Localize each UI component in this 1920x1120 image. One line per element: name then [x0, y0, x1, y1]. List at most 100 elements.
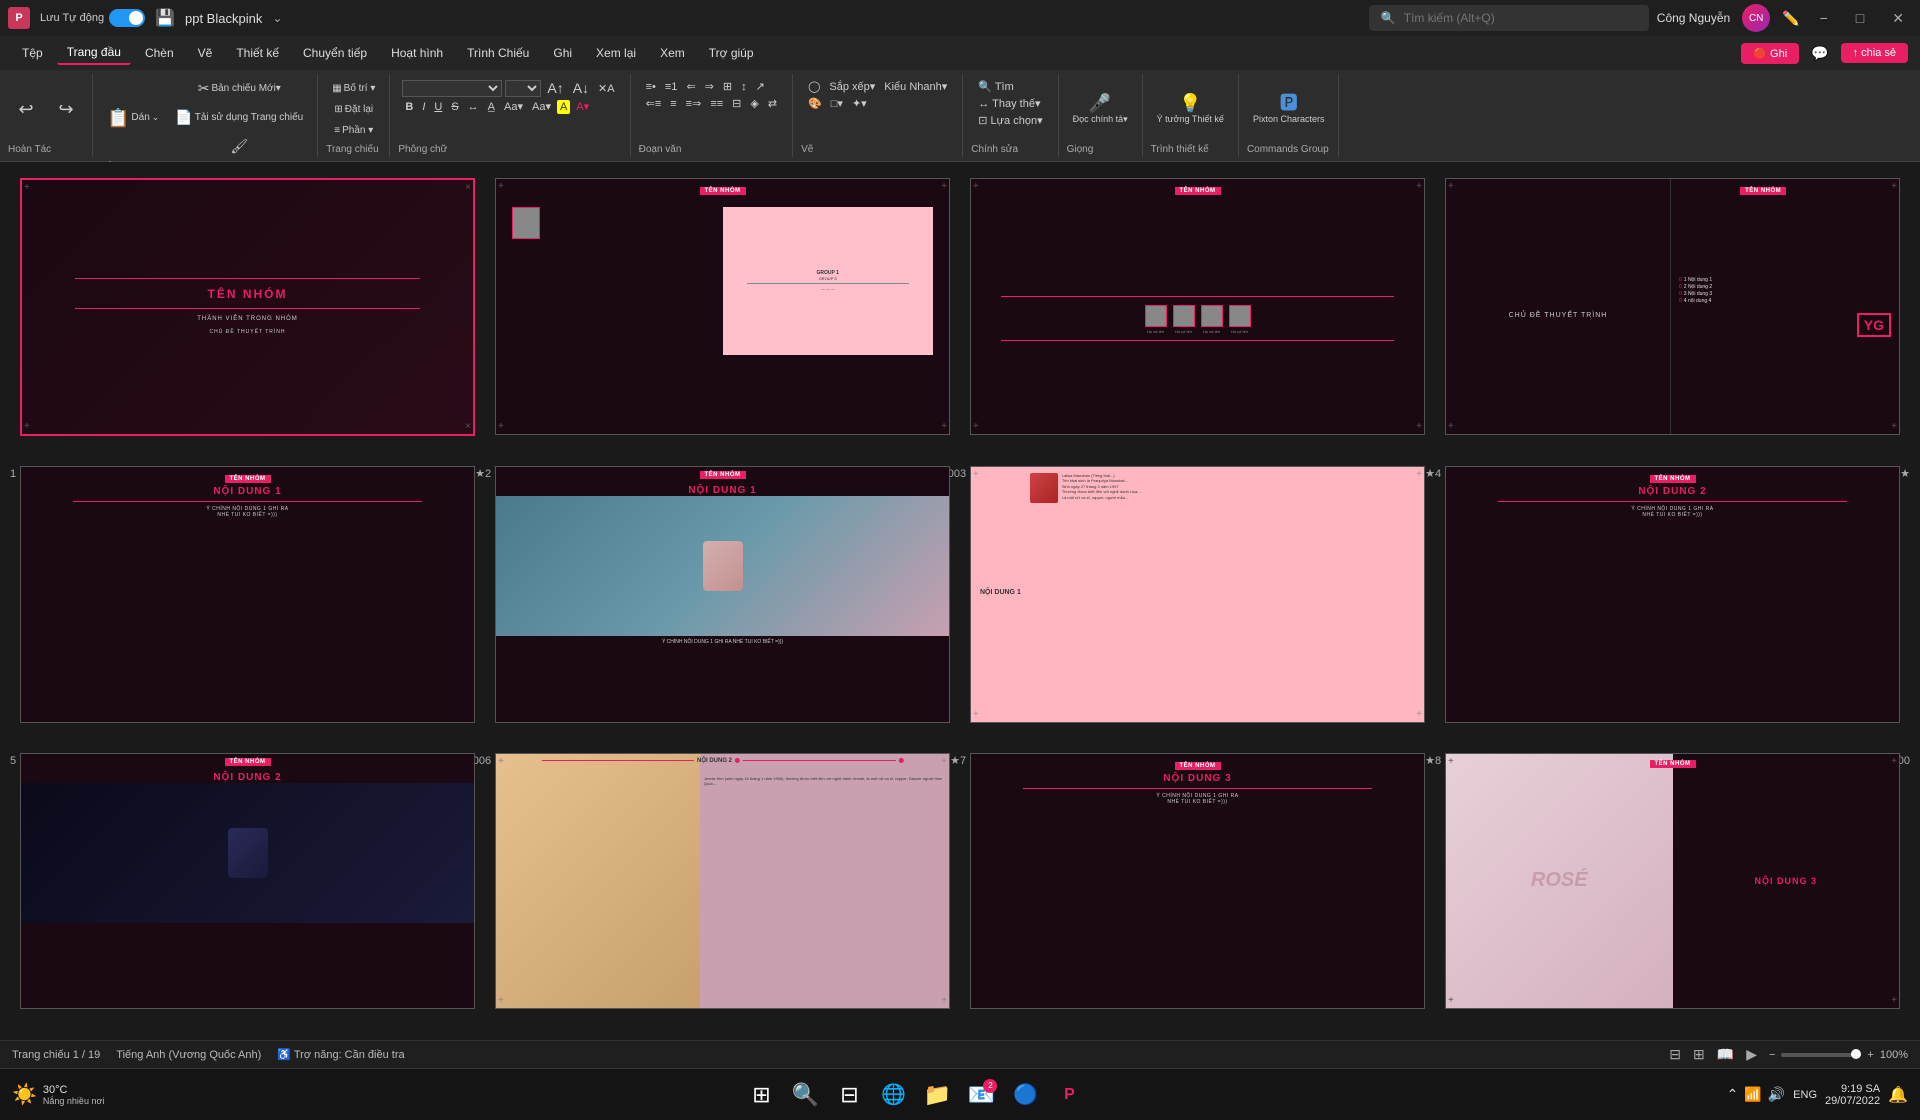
paste-button[interactable]: 📋 Dán ⌄ — [101, 105, 165, 131]
font-color-btn[interactable]: A▾ — [573, 99, 592, 114]
font-size-select[interactable] — [505, 80, 541, 97]
menu-file[interactable]: Tệp — [12, 42, 53, 64]
align-justify-btn[interactable]: ≡≡ — [707, 97, 726, 111]
weather-widget[interactable]: ☀️ 30°C Nắng nhiều nơi — [12, 1082, 104, 1107]
slide-8[interactable]: TÊN NHÓM NỘI DUNG 2 Ý CHÍNH NỘI DUNG 1 G… — [1445, 466, 1900, 723]
layout-button[interactable]: ▦ Bố trí ▾ — [326, 79, 381, 98]
menu-transitions[interactable]: Chuyển tiếp — [293, 42, 377, 64]
chevron-up-icon[interactable]: ⌃ — [1727, 1086, 1739, 1103]
case-btn[interactable]: Aa▾ — [529, 99, 554, 114]
reading-view-btn[interactable]: 📖 — [1717, 1046, 1734, 1063]
search-bar[interactable]: 🔍 — [1369, 5, 1649, 31]
zoom-slider[interactable] — [1781, 1053, 1861, 1057]
find-btn[interactable]: 🔍 Tìm — [975, 79, 1017, 94]
comment-icon[interactable]: 💬 — [1811, 45, 1828, 62]
autosave-toggle[interactable] — [109, 9, 145, 27]
slide-6[interactable]: TÊN NHÓM NỘI DUNG 1 Ý CHÍNH NỘI DUNG 1 G… — [495, 466, 950, 723]
pixton-button[interactable]: 🅿 Pixton Characters — [1247, 90, 1331, 128]
setlayout-button[interactable]: ⊞ Đặt lại — [326, 100, 381, 119]
dictation-button[interactable]: 🎤 Đọc chính tả▾ — [1067, 90, 1134, 129]
underline-btn[interactable]: U — [431, 100, 445, 114]
network-icon[interactable]: 📶 — [1744, 1086, 1761, 1103]
share-button[interactable]: ↑ chia sẻ — [1841, 43, 1908, 63]
section-button[interactable]: ≡ Phần ▾ — [326, 121, 381, 140]
smartart-btn[interactable]: ◈ — [747, 96, 761, 111]
style-btn[interactable]: Kiểu Nhanh▾ — [881, 79, 950, 94]
slide-10[interactable]: + + NỘI DUNG 2 Jenni — [495, 753, 950, 1010]
undo-button[interactable]: ↩ — [8, 96, 44, 122]
list-btn[interactable]: ≡• — [643, 80, 659, 94]
spacing-btn[interactable]: ↔ — [465, 100, 482, 114]
slide-7[interactable]: + + NỘI DUNG 1 Lalisa Manoban (Tiếng thá… — [970, 466, 1425, 723]
slide-2[interactable]: + + TÊN NHÓM GROUP 1 GROUP S — — — — [495, 178, 950, 435]
paste-dropdown[interactable]: ⌄ — [152, 112, 160, 123]
taskbar-mail-btn[interactable]: 📧 2 — [961, 1075, 1001, 1115]
search-input[interactable] — [1404, 11, 1637, 25]
file-dropdown-icon[interactable]: ⌄ — [272, 11, 282, 25]
record-button[interactable]: 🔴 Ghi — [1741, 43, 1799, 64]
menu-record[interactable]: Ghi — [543, 42, 582, 64]
linespace-btn[interactable]: ↕ — [738, 80, 750, 94]
taskbar-chrome-btn[interactable]: 🔵 — [1005, 1075, 1045, 1115]
clear-format-btn[interactable]: ✕A — [595, 81, 618, 96]
taskbar-powerpoint-btn[interactable]: P — [1049, 1075, 1089, 1115]
slide-5[interactable]: TÊN NHÓM NỘI DUNG 1 Ý CHÍNH NỘI DUNG 1 G… — [20, 466, 475, 723]
outline-btn[interactable]: □▾ — [828, 96, 846, 111]
taskbar-search-btn[interactable]: 🔍 — [785, 1075, 825, 1115]
font-family-select[interactable] — [402, 80, 502, 97]
direction-btn[interactable]: ↗ — [753, 79, 768, 94]
text-cols-btn[interactable]: ⊟ — [729, 96, 744, 111]
taskbar-edge-btn[interactable]: 🌐 — [873, 1075, 913, 1115]
menu-draw[interactable]: Vẽ — [188, 42, 223, 64]
menu-animations[interactable]: Hoạt hình — [381, 42, 453, 64]
indent-less-btn[interactable]: ⇐ — [683, 79, 698, 94]
cols-btn[interactable]: ⊞ — [720, 79, 735, 94]
minimize-button[interactable]: − — [1812, 10, 1836, 26]
slide-3[interactable]: + + TÊN NHÓM Họ và tên — [970, 178, 1425, 435]
bold-btn[interactable]: B — [402, 100, 416, 114]
numlist-btn[interactable]: ≡1 — [662, 80, 681, 94]
char-spacing-btn[interactable]: Aa▾ — [501, 99, 526, 114]
menu-home[interactable]: Trang đầu — [57, 41, 131, 65]
indent-more-btn[interactable]: ⇒ — [702, 79, 717, 94]
replace-btn[interactable]: ↔ Thay thế▾ — [975, 96, 1043, 111]
format-painter-button[interactable]: 🖌 — [169, 134, 309, 159]
volume-icon[interactable]: 🔊 — [1768, 1086, 1785, 1103]
convert-btn[interactable]: ⇄ — [765, 96, 780, 111]
menu-view[interactable]: Xem — [650, 42, 695, 64]
menu-insert[interactable]: Chèn — [135, 42, 184, 64]
slide-show-btn[interactable]: ▶ — [1746, 1046, 1757, 1063]
maximize-button[interactable]: □ — [1848, 10, 1872, 26]
zoom-in-btn[interactable]: + — [1867, 1049, 1873, 1061]
align-center-btn[interactable]: ≡ — [667, 97, 679, 111]
menu-help[interactable]: Trợ giúp — [699, 42, 764, 64]
taskbar-explorer-btn[interactable]: 📁 — [917, 1075, 957, 1115]
align-left-btn[interactable]: ⇐≡ — [643, 96, 665, 111]
taskbar-start-btn[interactable]: ⊞ — [741, 1075, 781, 1115]
pen-icon[interactable]: ✏️ — [1782, 10, 1799, 27]
align-right-btn[interactable]: ≡⇒ — [683, 96, 705, 111]
close-button[interactable]: ✕ — [1884, 10, 1912, 27]
menu-design[interactable]: Thiết kế — [226, 42, 289, 64]
slide-11[interactable]: TÊN NHÓM NỘI DUNG 3 Ý CHÍNH NỘI DUNG 1 G… — [970, 753, 1425, 1010]
save-icon[interactable]: 💾 — [155, 8, 175, 28]
time-display[interactable]: 9:19 SA 29/07/2022 — [1825, 1083, 1880, 1107]
menu-review[interactable]: Xem lại — [586, 42, 646, 64]
shape-icon[interactable]: ◯ — [805, 79, 823, 94]
notification-btn[interactable]: 🔔 — [1888, 1085, 1908, 1105]
decrease-font-btn[interactable]: A↓ — [570, 79, 592, 97]
slide-4[interactable]: + + TÊN NHÓM CHỦ ĐỀ THUYẾT TRÌNH 1 Nội d… — [1445, 178, 1900, 435]
shadow-btn[interactable]: A̲ — [485, 100, 498, 114]
user-avatar[interactable]: CN — [1742, 4, 1770, 32]
arrange-btn[interactable]: Sắp xếp▾ — [826, 79, 878, 94]
highlight-btn[interactable]: A — [557, 100, 570, 114]
copy-button[interactable]: 📄 Tải sử dụng Trang chiếu — [169, 105, 309, 130]
italic-btn[interactable]: I — [419, 100, 428, 114]
zoom-out-btn[interactable]: − — [1769, 1049, 1775, 1061]
normal-view-btn[interactable]: ⊟ — [1669, 1046, 1681, 1063]
cut-button[interactable]: ✂ Bản chiếu Mới▾ — [169, 76, 309, 101]
strikethrough-btn[interactable]: S — [448, 100, 461, 114]
menu-slideshow[interactable]: Trình Chiếu — [457, 42, 539, 64]
redo-button[interactable]: ↪ — [48, 96, 84, 122]
slide-sorter-btn[interactable]: ⊞ — [1693, 1046, 1705, 1063]
